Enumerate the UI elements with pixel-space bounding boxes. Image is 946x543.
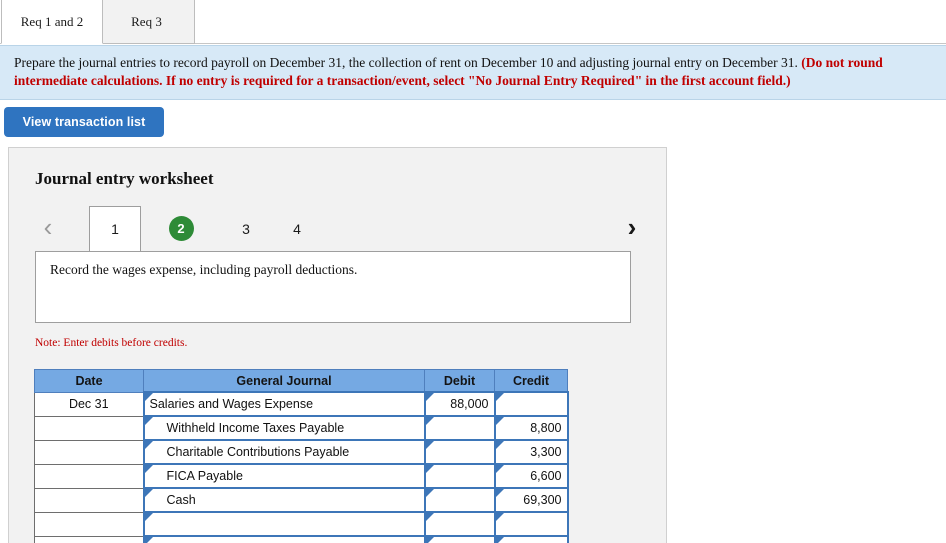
journal-credit-value: 8,800: [530, 421, 562, 435]
requirement-tab-bar: Req 1 and 2 Req 3: [0, 0, 946, 44]
journal-account-value: Salaries and Wages Expense: [149, 397, 314, 411]
tab-req-3[interactable]: Req 3: [98, 0, 195, 44]
journal-account-cell[interactable]: FICA Payable: [142, 463, 426, 489]
journal-debit-cell[interactable]: [423, 439, 496, 465]
journal-credit-cell[interactable]: 69,300: [493, 487, 569, 513]
table-row: [34, 535, 569, 543]
journal-account-cell[interactable]: Withheld Income Taxes Payable: [142, 415, 426, 441]
table-row: Dec 31 Salaries and Wages Expense 88,000: [34, 391, 569, 417]
table-row: Cash 69,300: [34, 487, 569, 513]
journal-credit-cell[interactable]: 8,800: [493, 415, 569, 441]
journal-credit-value: 3,300: [530, 445, 562, 459]
tab-req-1-and-2[interactable]: Req 1 and 2: [1, 0, 103, 44]
journal-date-cell[interactable]: [34, 535, 144, 543]
journal-date-cell[interactable]: [34, 463, 144, 489]
column-header-date: Date: [34, 369, 144, 393]
table-row: Charitable Contributions Payable 3,300: [34, 439, 569, 465]
journal-date-cell[interactable]: [34, 439, 144, 465]
journal-debit-cell[interactable]: 88,000: [423, 391, 496, 417]
column-header-debit: Debit: [424, 369, 495, 393]
journal-account-value: Charitable Contributions Payable: [166, 445, 350, 459]
journal-date-cell[interactable]: Dec 31: [34, 391, 144, 417]
worksheet-step-2[interactable]: 2: [162, 206, 200, 251]
table-row: FICA Payable 6,600: [34, 463, 569, 489]
table-row: [34, 511, 569, 537]
journal-account-value: FICA Payable: [166, 469, 243, 483]
worksheet-step-description-text: Record the wages expense, including payr…: [50, 262, 358, 277]
worksheet-step-2-badge: 2: [168, 216, 194, 241]
next-step-chevron-icon[interactable]: ›: [619, 210, 645, 244]
debits-before-credits-note: Note: Enter debits before credits.: [35, 337, 188, 349]
worksheet-step-4-label: 4: [293, 220, 301, 237]
worksheet-step-3[interactable]: 3: [227, 206, 265, 251]
journal-table-header-row: Date General Journal Debit Credit: [34, 369, 568, 393]
journal-debit-cell[interactable]: [423, 415, 496, 441]
tab-req-1-and-2-label: Req 1 and 2: [20, 13, 84, 29]
journal-account-value: Cash: [166, 493, 196, 507]
journal-debit-value: 88,000: [450, 397, 489, 411]
journal-credit-cell[interactable]: 3,300: [493, 439, 569, 465]
instruction-banner: Prepare the journal entries to record pa…: [0, 45, 946, 100]
journal-account-cell[interactable]: [142, 535, 426, 543]
journal-date-cell[interactable]: [34, 487, 144, 513]
journal-date-cell[interactable]: [34, 511, 144, 537]
view-transaction-list-button[interactable]: View transaction list: [4, 107, 164, 137]
journal-account-cell[interactable]: [142, 511, 426, 537]
journal-entry-worksheet-panel: Journal entry worksheet ‹ 1 2 3 4 › Reco…: [8, 147, 667, 543]
worksheet-step-1[interactable]: 1: [89, 206, 141, 251]
journal-account-cell[interactable]: Charitable Contributions Payable: [142, 439, 426, 465]
journal-credit-cell[interactable]: [493, 511, 569, 537]
journal-debit-cell[interactable]: [423, 535, 496, 543]
tab-req-3-label: Req 3: [131, 13, 162, 29]
table-row: Withheld Income Taxes Payable 8,800: [34, 415, 569, 441]
journal-debit-cell[interactable]: [423, 463, 496, 489]
journal-account-value: Withheld Income Taxes Payable: [166, 421, 345, 435]
worksheet-step-pager: ‹ 1 2 3 4 ›: [35, 206, 645, 252]
worksheet-step-1-label: 1: [111, 221, 119, 237]
journal-entry-table: Date General Journal Debit Credit Dec 31…: [34, 369, 569, 543]
journal-account-cell[interactable]: Cash: [142, 487, 426, 513]
worksheet-step-description: Record the wages expense, including payr…: [35, 251, 631, 323]
journal-credit-value: 6,600: [530, 469, 562, 483]
journal-credit-cell[interactable]: [493, 535, 569, 543]
column-header-general-journal: General Journal: [143, 369, 425, 393]
instruction-main-text: Prepare the journal entries to record pa…: [14, 55, 798, 70]
journal-debit-cell[interactable]: [423, 511, 496, 537]
journal-credit-cell[interactable]: [493, 391, 569, 417]
worksheet-title: Journal entry worksheet: [35, 169, 214, 188]
journal-date-cell[interactable]: [34, 415, 144, 441]
worksheet-step-3-label: 3: [242, 220, 250, 237]
journal-credit-cell[interactable]: 6,600: [493, 463, 569, 489]
previous-step-chevron-icon[interactable]: ‹: [35, 210, 61, 244]
worksheet-step-4[interactable]: 4: [278, 206, 316, 251]
journal-account-cell[interactable]: Salaries and Wages Expense: [142, 391, 426, 417]
journal-credit-value: 69,300: [523, 493, 562, 507]
column-header-credit: Credit: [494, 369, 568, 393]
journal-debit-cell[interactable]: [423, 487, 496, 513]
